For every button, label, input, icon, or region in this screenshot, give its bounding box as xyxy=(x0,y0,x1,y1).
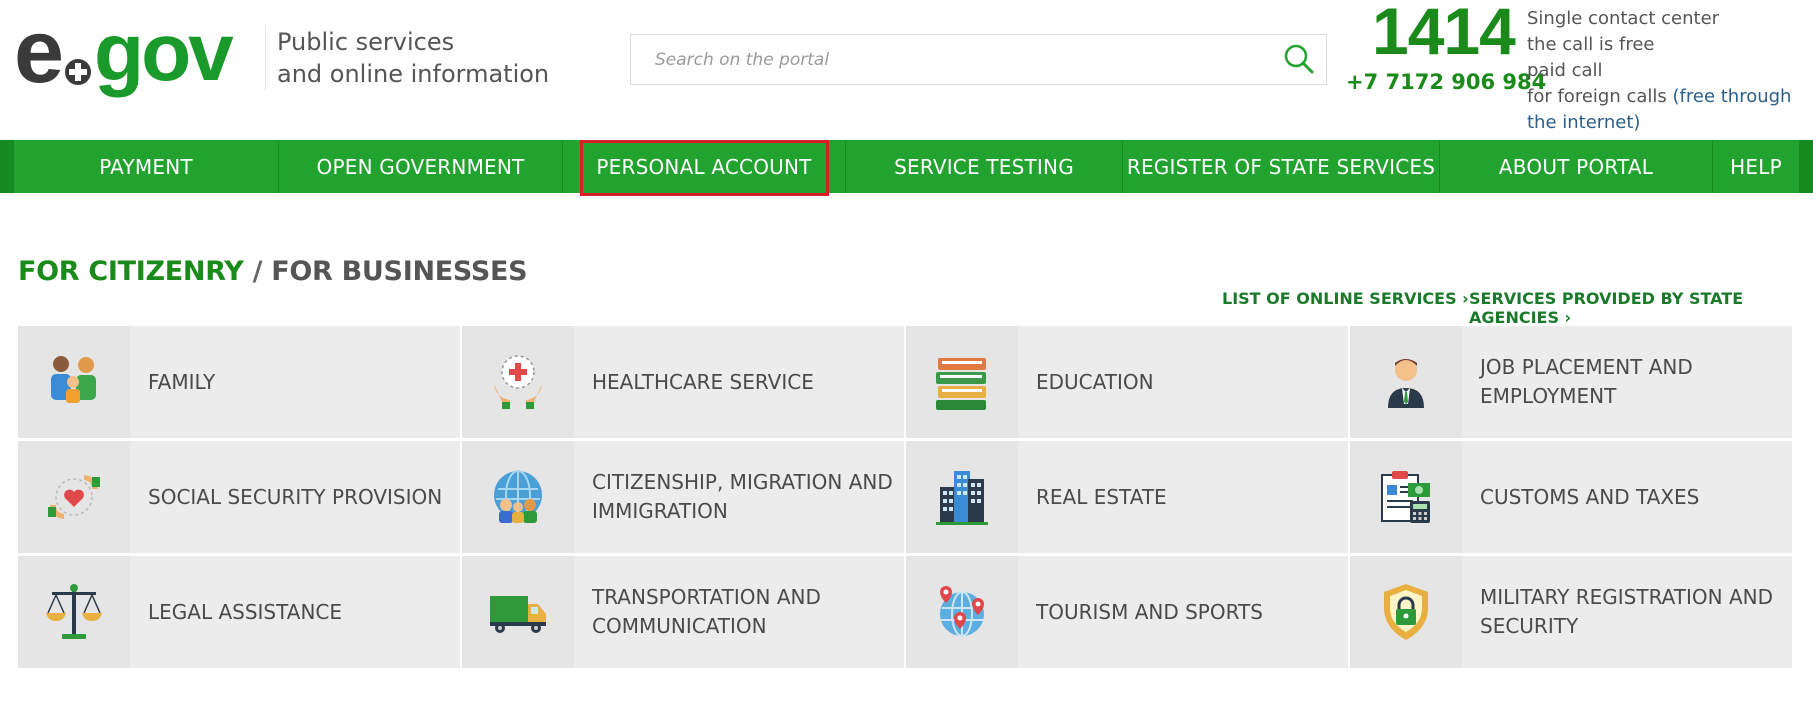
tab-for-businesses[interactable]: FOR BUSINESSES xyxy=(271,256,527,287)
search-icon[interactable] xyxy=(1280,41,1318,79)
category-customs-taxes[interactable]: CUSTOMS AND TAXES xyxy=(1350,441,1792,553)
globe-pins-icon xyxy=(906,556,1018,668)
nav-item-personal-account[interactable]: PERSONAL ACCOUNT xyxy=(563,140,846,193)
category-social-security[interactable]: SOCIAL SECURITY PROVISION xyxy=(18,441,460,553)
contact-line2: the call is free xyxy=(1527,34,1655,55)
nav-item-about-portal[interactable]: ABOUT PORTAL xyxy=(1440,140,1713,193)
search-input[interactable] xyxy=(631,35,1271,84)
hotline-number[interactable]: 1414 xyxy=(1372,0,1516,64)
list-of-online-services-link[interactable]: LIST OF ONLINE SERVICES › xyxy=(1222,289,1469,308)
site-tagline: Public services and online information xyxy=(277,26,549,90)
contact-info: Single contact center the call is free p… xyxy=(1527,6,1813,136)
category-family[interactable]: FAMILY xyxy=(18,326,460,438)
contact-line4-prefix: for foreign calls xyxy=(1527,86,1673,107)
books-icon xyxy=(906,326,1018,438)
search-box xyxy=(630,34,1327,85)
category-label: CUSTOMS AND TAXES xyxy=(1480,484,1700,509)
category-label: FAMILY xyxy=(148,369,216,394)
category-label: TRANSPORTATION AND COMMUNICATION xyxy=(592,585,821,638)
services-by-state-agencies-link[interactable]: SERVICES PROVIDED BY STATE AGENCIES › xyxy=(1469,289,1813,327)
heart-hands-icon xyxy=(18,441,130,553)
logo-divider xyxy=(265,26,266,90)
shield-lock-icon xyxy=(1350,556,1462,668)
document-money-icon xyxy=(1350,441,1462,553)
category-legal-assistance[interactable]: LEGAL ASSISTANCE xyxy=(18,556,460,668)
employee-icon xyxy=(1350,326,1462,438)
category-label: REAL ESTATE xyxy=(1036,484,1167,509)
category-real-estate[interactable]: REAL ESTATE xyxy=(906,441,1348,553)
category-transportation[interactable]: TRANSPORTATION AND COMMUNICATION xyxy=(462,556,904,668)
tab-separator: / xyxy=(243,256,272,287)
category-label: JOB PLACEMENT AND EMPLOYMENT xyxy=(1480,355,1693,408)
tagline-line2: and online information xyxy=(277,60,550,88)
category-education[interactable]: EDUCATION xyxy=(906,326,1348,438)
contact-line3: paid call xyxy=(1527,60,1603,81)
nav-item-register-of-state-services[interactable]: REGISTER OF STATE SERVICES xyxy=(1123,140,1440,193)
main-navigation: PAYMENT OPEN GOVERNMENT PERSONAL ACCOUNT… xyxy=(0,140,1813,193)
buildings-icon xyxy=(906,441,1018,553)
category-tourism-sports[interactable]: TOURISM AND SPORTS xyxy=(906,556,1348,668)
egov-logo[interactable]: e gov xyxy=(14,4,254,104)
site-header: e gov Public services and online informa… xyxy=(0,0,1813,140)
hotline-phone[interactable]: +7 7172 906 984 xyxy=(1346,70,1546,94)
category-grid: FAMILY HEALTHCARE SERVICE EDUCATION JOB … xyxy=(18,326,1792,668)
family-icon xyxy=(18,326,130,438)
category-label: CITIZENSHIP, MIGRATION AND IMMIGRATION xyxy=(592,470,893,523)
audience-switcher: FOR CITIZENRY / FOR BUSINESSES xyxy=(18,256,528,287)
category-job-placement[interactable]: JOB PLACEMENT AND EMPLOYMENT xyxy=(1350,326,1792,438)
category-citizenship-migration[interactable]: CITIZENSHIP, MIGRATION AND IMMIGRATION xyxy=(462,441,904,553)
scales-icon xyxy=(18,556,130,668)
svg-text:gov: gov xyxy=(94,7,234,98)
nav-item-service-testing[interactable]: SERVICE TESTING xyxy=(846,140,1123,193)
category-label: HEALTHCARE SERVICE xyxy=(592,369,814,394)
globe-people-icon xyxy=(462,441,574,553)
category-label: TOURISM AND SPORTS xyxy=(1036,599,1263,624)
nav-item-help[interactable]: HELP xyxy=(1713,140,1799,193)
tagline-line1: Public services xyxy=(277,28,455,56)
svg-text:e: e xyxy=(14,4,61,102)
category-label: LEGAL ASSISTANCE xyxy=(148,599,343,624)
category-label: MILITARY REGISTRATION AND SECURITY xyxy=(1480,585,1774,638)
nav-item-open-government[interactable]: OPEN GOVERNMENT xyxy=(279,140,563,193)
category-label: SOCIAL SECURITY PROVISION xyxy=(148,484,443,509)
healthcare-icon xyxy=(462,326,574,438)
contact-line1: Single contact center xyxy=(1527,8,1720,29)
tab-for-citizenry[interactable]: FOR CITIZENRY xyxy=(18,256,244,287)
contact-line4: for foreign calls (free through the inte… xyxy=(1527,84,1813,136)
nav-item-payment[interactable]: PAYMENT xyxy=(14,140,279,193)
category-military-registration[interactable]: MILITARY REGISTRATION AND SECURITY xyxy=(1350,556,1792,668)
category-healthcare-service[interactable]: HEALTHCARE SERVICE xyxy=(462,326,904,438)
truck-icon xyxy=(462,556,574,668)
category-label: EDUCATION xyxy=(1036,369,1154,394)
